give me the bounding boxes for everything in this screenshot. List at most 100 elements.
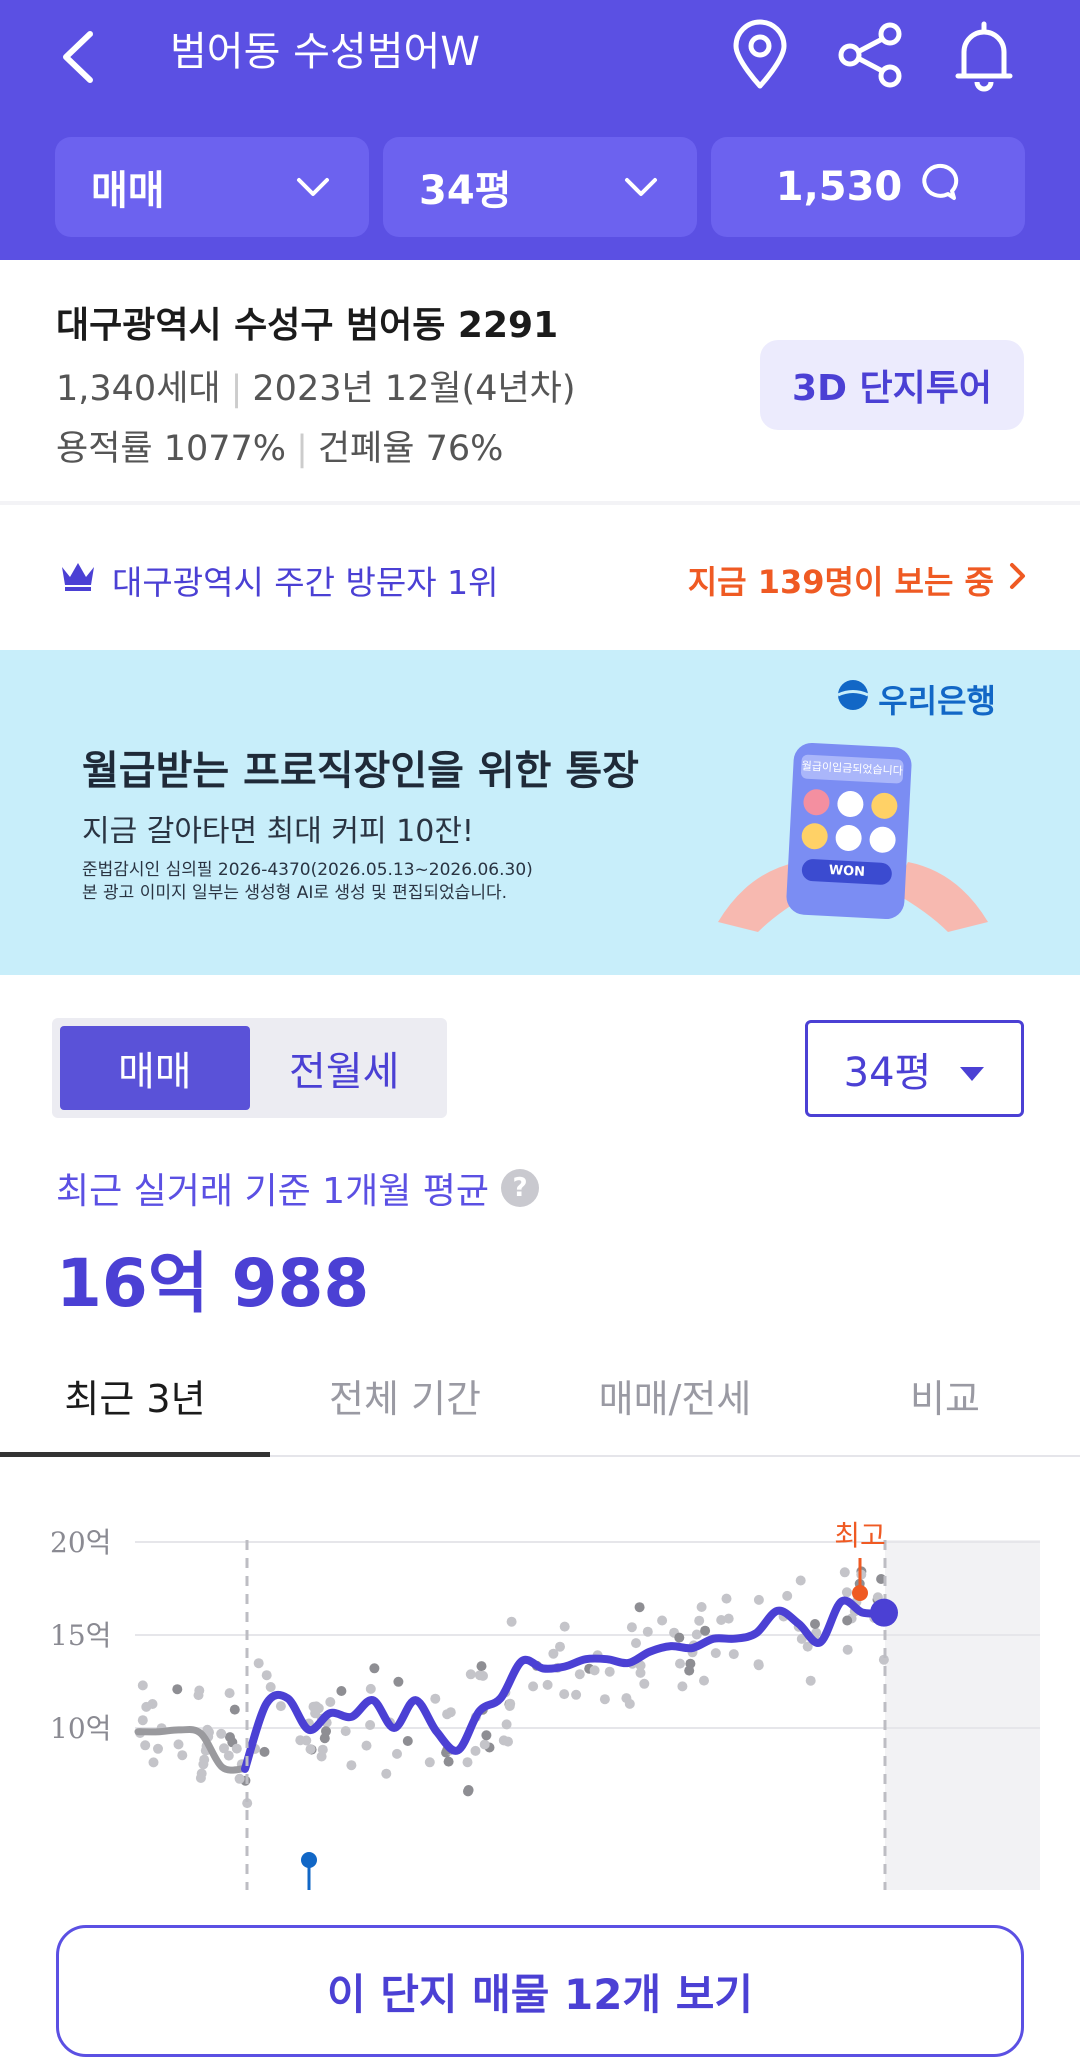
transaction-dot [463,1786,473,1797]
transaction-dot [430,1693,441,1704]
transaction-dot [365,1683,376,1694]
transaction-dot [224,1688,235,1699]
size-label: 34평 [419,168,512,214]
transaction-dot [501,1719,512,1730]
size-dropdown[interactable]: 34평 [383,137,697,237]
view-listings-button[interactable]: 이 단지 매물 12개 보기 [56,1925,1024,2057]
min-marker [301,1852,317,1890]
transaction-dot [153,1743,163,1754]
3d-tour-button[interactable]: 3D 단지투어 [760,340,1024,430]
transaction-dot [478,1670,488,1681]
transaction-dot [574,1669,585,1680]
share-icon[interactable] [830,14,910,94]
transaction-dot [795,1575,806,1586]
transaction-dot [265,1682,276,1692]
transaction-dot [137,1680,148,1691]
transaction-dot [229,1704,240,1715]
phone-keypad [801,788,899,854]
header: 범어동 수성범어W 매매 34평 1,530 [0,0,1080,260]
complex-meta-row-2: 용적률 1077% | 건폐율 76% [56,420,503,471]
average-price-label: 최근 실거래 기준 1개월 평균 ? [56,1162,539,1214]
transaction-dot [604,1666,615,1677]
max-marker: 최고 [834,1519,886,1601]
transaction-dot [216,1728,227,1739]
toggle-sale[interactable]: 매매 [60,1026,250,1110]
transaction-dot [402,1736,413,1746]
chevron-down-icon [621,164,661,210]
chart-size-label: 34평 [843,1049,932,1096]
tab-sale-vs-lease[interactable]: 매매/전세 [540,1335,810,1455]
viewing-now-text: 지금 139명이 보는 중 [687,563,994,601]
transaction-dot [340,1726,351,1737]
transaction-dot [634,1602,645,1613]
ad-banner[interactable]: 우리은행 월급받는 프로직장인을 위한 통장 지금 갈아타면 최대 커피 10잔… [0,650,1080,975]
complex-info: 대구광역시 수성구 범어동 2291 1,340세대 | 2023년 12월(4년차… [0,260,1080,505]
deal-type-dropdown[interactable]: 매매 [55,137,369,237]
transaction-dot [677,1681,688,1692]
chart-size-select[interactable]: 34평 [805,1020,1024,1117]
viewing-now-link[interactable]: 지금 139명이 보는 중 [688,557,1028,603]
transaction-dot [305,1744,316,1755]
woori-bank-logo-icon [836,678,870,720]
chart-future-area [885,1540,1040,1890]
talk-count: 1,530 [775,164,903,210]
tab-recent-3y[interactable]: 최근 3년 [0,1335,270,1457]
transaction-dot [177,1750,188,1761]
transaction-dot [542,1679,553,1690]
caret-down-icon [959,1046,985,1092]
average-price-caption: 최근 실거래 기준 1개월 평균 [56,1171,489,1212]
transaction-dot [841,1587,852,1598]
notification-bell-icon[interactable] [944,14,1024,94]
divider: | [296,429,308,469]
talk-button[interactable]: 1,530 [711,137,1025,237]
transaction-dot [199,1754,210,1765]
transaction-dot [275,1701,286,1712]
transaction-dot [301,1735,312,1746]
transaction-dot [361,1740,372,1751]
average-price-value: 16억 988 [56,1245,370,1322]
transaction-dot [696,1602,707,1612]
transaction-dot [465,1669,476,1680]
transaction-dot [148,1757,159,1768]
ad-brand: 우리은행 [836,676,996,722]
floor-area-ratio: 용적률 1077% [56,429,287,469]
y-axis-label: 10억 [50,1712,111,1745]
transaction-dot [140,1740,151,1751]
page-title: 범어동 수성범어W [170,29,480,75]
tab-all-period[interactable]: 전체 기간 [270,1335,540,1455]
transaction-dot [589,1665,600,1676]
transaction-dot [476,1661,487,1672]
completion-date: 2023년 12월(4년차) [252,369,576,409]
back-arrow-icon[interactable] [56,20,116,90]
toggle-rent[interactable]: 전월세 [250,1026,440,1110]
location-pin-icon[interactable] [720,14,800,94]
phone-screen-text: 월급이입금되었습니다 [800,754,904,784]
transaction-dot [639,1678,650,1689]
chat-bubble-icon [916,160,960,214]
transaction-dot [479,1739,490,1750]
transaction-dot [234,1773,245,1784]
transaction-dot [842,1644,853,1655]
transaction-dot [445,1707,456,1718]
ad-fine-print-2: 본 광고 이미지 일부는 생성형 AI로 생성 및 편집되었습니다. [82,883,507,903]
transaction-dot [172,1684,183,1695]
transaction-dot [657,1615,668,1626]
transaction-dot [424,1757,435,1768]
transaction-dot [365,1720,376,1730]
visitor-banner: 대구광역시 주간 방문자 1위 지금 139명이 보는 중 [0,512,1080,648]
transaction-dot [505,1698,516,1709]
transaction-dot [173,1739,184,1750]
transaction-dot [194,1685,205,1696]
price-chart[interactable]: 20억 15억 10억 최고 [0,1500,1080,1900]
transaction-dot [753,1659,764,1670]
transaction-dot [753,1594,764,1605]
transaction-dot [392,1748,402,1759]
ad-brand-name: 우리은행 [878,682,996,720]
help-icon[interactable]: ? [501,1169,539,1207]
transaction-dot [196,1768,207,1779]
transaction-dot [336,1686,347,1696]
tab-compare[interactable]: 비교 [810,1335,1080,1455]
transaction-dot [805,1675,816,1686]
transaction-dot [782,1590,793,1601]
transaction-dot [555,1641,565,1652]
